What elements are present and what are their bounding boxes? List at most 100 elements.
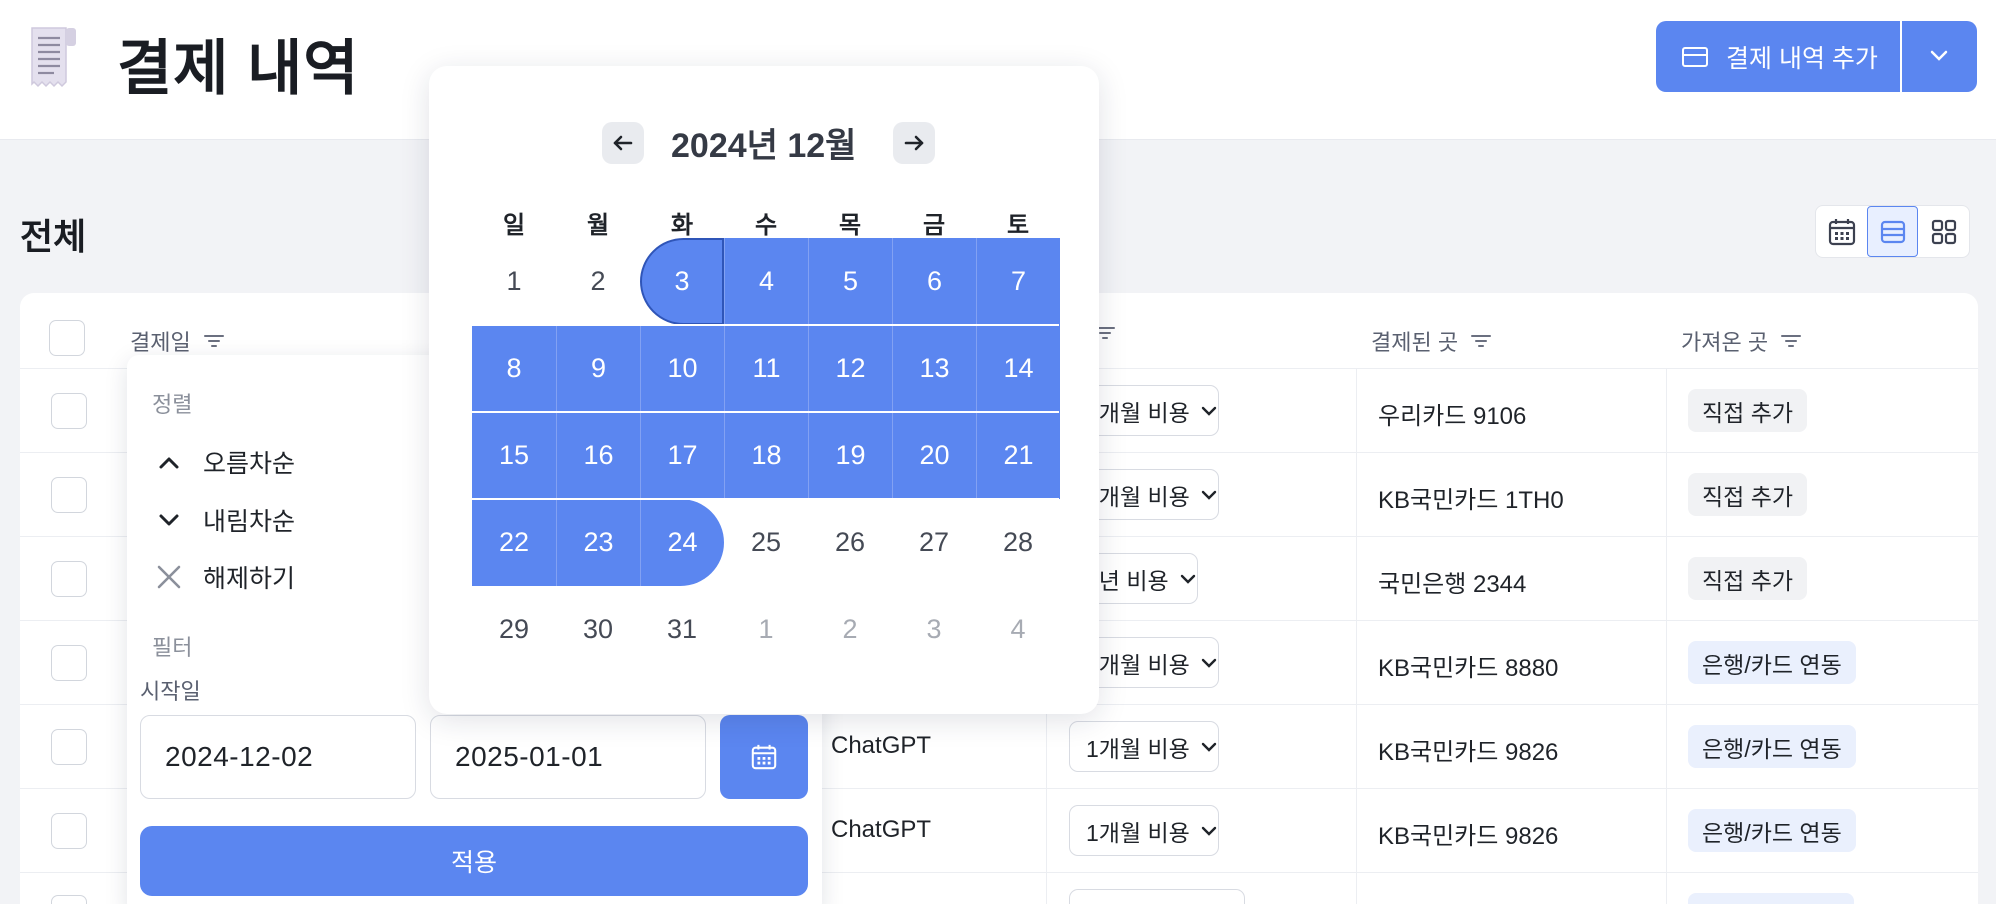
row-checkbox[interactable] xyxy=(51,645,87,681)
period-dropdown[interactable] xyxy=(1069,889,1245,904)
calendar-day[interactable]: 11 xyxy=(724,325,808,412)
calendar-day[interactable]: 9 xyxy=(556,325,640,412)
select-all-checkbox[interactable] xyxy=(49,320,85,356)
grid-view-button[interactable] xyxy=(1918,206,1969,257)
page-title: 결제 내역 xyxy=(117,35,360,102)
calendar-view-button[interactable] xyxy=(1816,206,1867,257)
open-calendar-button[interactable] xyxy=(720,715,808,799)
sort-clear-option[interactable]: 해제하기 xyxy=(155,559,295,595)
calendar-day[interactable]: 18 xyxy=(724,412,808,499)
calendar-day[interactable]: 4 xyxy=(976,586,1060,673)
sort-descending-option[interactable]: 내림차순 xyxy=(155,502,295,538)
credit-card-icon xyxy=(1682,46,1708,67)
previous-month-button[interactable] xyxy=(602,122,644,164)
apply-filter-button[interactable]: 적용 xyxy=(140,826,808,896)
add-payment-button[interactable]: 결제 내역 추가 xyxy=(1656,21,1900,92)
calendar-day[interactable]: 13 xyxy=(892,325,976,412)
period-dropdown[interactable]: 1개월 비용 xyxy=(1069,721,1219,772)
grid-view-icon xyxy=(1931,219,1956,244)
weekday-label: 일 xyxy=(502,212,526,239)
weekday-label: 수 xyxy=(754,212,778,239)
calendar-day[interactable]: 24 xyxy=(640,499,724,586)
sort-ascending-option[interactable]: 오름차순 xyxy=(155,444,295,480)
calendar-day[interactable]: 19 xyxy=(808,412,892,499)
calendar-day[interactable]: 27 xyxy=(892,499,976,586)
weekday-label: 목 xyxy=(838,212,862,239)
calendar-day[interactable]: 5 xyxy=(808,238,892,325)
calendar-day[interactable]: 10 xyxy=(640,325,724,412)
calendar-day[interactable]: 1 xyxy=(724,586,808,673)
calendar-day[interactable]: 22 xyxy=(472,499,556,586)
calendar-month-title: 2024년 12월 xyxy=(671,127,857,165)
calendar-icon xyxy=(1828,218,1855,245)
range-row-gap xyxy=(472,324,1059,326)
section-title: 전체 xyxy=(20,216,87,257)
calendar-day[interactable]: 25 xyxy=(724,499,808,586)
range-row-gap xyxy=(472,411,1059,413)
calendar-day[interactable]: 23 xyxy=(556,499,640,586)
weekday-label: 금 xyxy=(922,212,946,239)
merchant-cell: KB국민카드 8880 xyxy=(1378,655,1559,682)
chevron-down-icon xyxy=(1180,574,1195,584)
calendar-day[interactable]: 8 xyxy=(472,325,556,412)
calendar-day[interactable]: 6 xyxy=(892,238,976,325)
merchant-cell: 우리카드 9106 xyxy=(1378,403,1527,430)
chevron-down-icon xyxy=(159,514,179,526)
view-toggle xyxy=(1815,205,1970,258)
chevron-down-icon xyxy=(1201,406,1217,416)
calendar-day[interactable]: 30 xyxy=(556,586,640,673)
calendar-day[interactable]: 3 xyxy=(892,586,976,673)
chevron-down-icon xyxy=(1930,50,1948,61)
filter-icon xyxy=(1471,335,1492,347)
filter-icon xyxy=(203,335,224,347)
period-dropdown[interactable]: 1개월 비용 xyxy=(1069,805,1219,856)
list-view-button[interactable] xyxy=(1867,206,1918,257)
source-tag: 은행/카드 연동 xyxy=(1688,725,1856,768)
calendar-day[interactable]: 28 xyxy=(976,499,1060,586)
calendar-day[interactable]: 15 xyxy=(472,412,556,499)
column-header-date[interactable]: 결제일 xyxy=(130,325,225,357)
source-tag: 직접 추가 xyxy=(1688,557,1808,600)
calendar-icon xyxy=(751,744,777,770)
row-checkbox[interactable] xyxy=(51,561,87,597)
service-cell: ChatGPT xyxy=(831,732,932,759)
row-checkbox[interactable] xyxy=(51,729,87,765)
source-tag xyxy=(1688,893,1854,904)
row-checkbox[interactable] xyxy=(51,895,87,904)
calendar-day[interactable]: 2 xyxy=(556,238,640,325)
calendar-day[interactable]: 20 xyxy=(892,412,976,499)
calendar-day[interactable]: 16 xyxy=(556,412,640,499)
column-header-merchant[interactable]: 결제된 곳 xyxy=(1371,325,1492,357)
calendar-day[interactable]: 29 xyxy=(472,586,556,673)
row-checkbox[interactable] xyxy=(51,393,87,429)
filter-section-label: 필터 xyxy=(152,635,193,660)
calendar-day[interactable]: 4 xyxy=(724,238,808,325)
merchant-cell: KB국민카드 9826 xyxy=(1378,823,1559,850)
calendar-day[interactable]: 12 xyxy=(808,325,892,412)
range-row-gap xyxy=(472,498,1059,500)
chevron-down-icon xyxy=(1201,490,1217,500)
merchant-cell: 국민은행 2344 xyxy=(1378,571,1527,598)
calendar-day[interactable]: 17 xyxy=(640,412,724,499)
close-icon xyxy=(157,565,181,589)
calendar-day[interactable]: 31 xyxy=(640,586,724,673)
row-checkbox[interactable] xyxy=(51,477,87,513)
column-divider xyxy=(1356,368,1357,904)
weekday-label: 월 xyxy=(586,212,610,239)
start-date-input[interactable]: 2024-12-02 xyxy=(140,715,416,799)
end-date-input[interactable]: 2025-01-01 xyxy=(430,715,706,799)
list-view-icon xyxy=(1880,220,1905,243)
column-divider xyxy=(1666,368,1667,904)
calendar-day[interactable]: 21 xyxy=(976,412,1060,499)
filter-icon xyxy=(1781,335,1802,347)
next-month-button[interactable] xyxy=(893,122,935,164)
calendar-day[interactable]: 2 xyxy=(808,586,892,673)
calendar-day[interactable]: 1 xyxy=(472,238,556,325)
calendar-day[interactable]: 3 xyxy=(640,238,724,325)
row-checkbox[interactable] xyxy=(51,813,87,849)
calendar-day[interactable]: 14 xyxy=(976,325,1060,412)
column-header-source[interactable]: 가져온 곳 xyxy=(1681,325,1802,357)
calendar-day[interactable]: 26 xyxy=(808,499,892,586)
add-options-dropdown-button[interactable] xyxy=(1902,21,1977,92)
calendar-day[interactable]: 7 xyxy=(976,238,1060,325)
